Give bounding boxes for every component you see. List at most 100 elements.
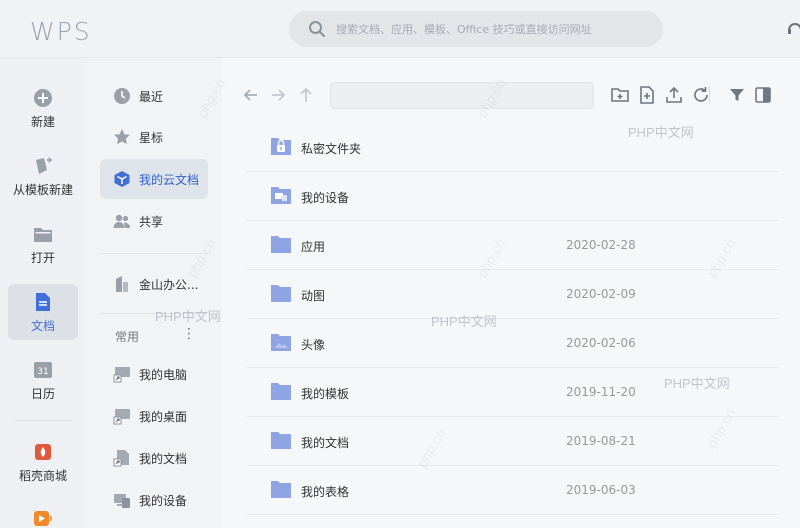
file-date: 2019-08-21 <box>566 434 636 448</box>
nav-open[interactable]: 打开 <box>8 216 78 272</box>
shortcut-my-computer[interactable]: 我的电脑 <box>100 354 208 394</box>
back-arrow-icon[interactable] <box>242 86 260 104</box>
location-shared[interactable]: 共享 <box>100 201 208 241</box>
new-folder-icon[interactable] <box>611 86 629 104</box>
wps-logo: WPS <box>30 17 92 46</box>
file-row[interactable]: 动图 2020-02-09 <box>246 270 779 319</box>
file-row[interactable]: 我的文档 2019-08-21 <box>246 417 779 466</box>
building-icon <box>116 276 128 292</box>
search-box[interactable]: 搜索文档、应用、模板、Office 技巧或直接访问网址 <box>289 11 663 47</box>
document-icon <box>36 293 50 311</box>
panel-toggle-icon[interactable] <box>754 86 772 104</box>
new-file-icon[interactable] <box>638 86 656 104</box>
shortcut-my-desktop[interactable]: 我的桌面 <box>100 396 208 436</box>
file-name: 我的文档 <box>301 436 350 450</box>
watermark: PHP中文网 <box>431 314 497 329</box>
file-browser: 私密文件夹 我的设备 应用 2020-02-28 动图 2020-02-09 头… <box>222 58 800 528</box>
folder-icon <box>271 383 291 400</box>
file-row[interactable]: 头像 2020-02-06 <box>246 319 779 368</box>
location-label: 我的桌面 <box>139 410 188 424</box>
location-label: 我的云文档 <box>139 173 200 187</box>
file-date: 2019-11-20 <box>566 385 636 399</box>
file-row[interactable]: 我的表格 2019-06-03 <box>246 466 779 515</box>
location-recent[interactable]: 最近 <box>100 76 208 116</box>
file-name: 私密文件夹 <box>301 142 362 156</box>
location-label: 星标 <box>139 131 164 145</box>
file-date: 2020-02-06 <box>566 336 636 350</box>
nav-new-from-template[interactable]: 从模板新建 <box>8 148 78 204</box>
nav-label: 稻壳商城 <box>18 469 67 483</box>
location-my-cloud-docs[interactable]: 我的云文档 <box>100 159 208 199</box>
template-icon <box>36 157 52 174</box>
left-nav: 新建 从模板新建 打开 文档 31 日历 稻壳商城 <box>0 58 86 528</box>
search-placeholder: 搜索文档、应用、模板、Office 技巧或直接访问网址 <box>336 23 592 36</box>
upload-icon[interactable] <box>665 86 683 104</box>
toolbar-divider <box>709 86 710 104</box>
file-row[interactable]: 私密文件夹 <box>246 123 779 172</box>
folder-icon <box>271 432 291 449</box>
location-label: 共享 <box>139 215 164 229</box>
folder-icon <box>271 285 291 302</box>
devices-icon <box>114 494 130 508</box>
shortcut-my-documents[interactable]: 我的文档 <box>100 438 208 478</box>
folder-icon <box>271 236 291 253</box>
calendar-icon: 31 <box>34 362 52 378</box>
headset-icon[interactable] <box>786 18 800 38</box>
file-name: 我的表格 <box>301 485 350 499</box>
location-label: 我的文档 <box>139 452 188 466</box>
location-label: 我的设备 <box>139 494 188 508</box>
nav-label: 日历 <box>30 387 55 401</box>
file-name: 动图 <box>301 289 326 303</box>
nav-label: 新建 <box>30 115 55 129</box>
top-bar: WPS 搜索文档、应用、模板、Office 技巧或直接访问网址 <box>0 0 800 58</box>
watermark: PHP中文网 <box>628 125 694 140</box>
location-label: 我的电脑 <box>139 368 188 382</box>
folder-open-icon <box>34 228 52 242</box>
watermark: PHP中文网 <box>664 376 730 391</box>
nav-documents[interactable]: 文档 <box>8 284 78 340</box>
nav-new[interactable]: 新建 <box>8 80 78 136</box>
file-date: 2020-02-09 <box>566 287 636 301</box>
star-icon <box>114 129 130 145</box>
up-arrow-icon[interactable] <box>297 86 315 104</box>
common-section-label: 常用 <box>115 330 140 344</box>
search-icon <box>309 21 325 37</box>
plus-circle-icon <box>34 89 52 107</box>
image-folder-icon <box>271 334 291 351</box>
device-folder-icon <box>271 187 291 204</box>
more-options-icon[interactable]: ⋮ <box>182 326 196 342</box>
file-row[interactable]: 我的设备 <box>246 172 779 221</box>
location-label: 最近 <box>139 90 164 104</box>
share-users-icon <box>113 214 130 228</box>
nav-divider <box>14 420 72 421</box>
file-row[interactable]: 应用 2020-02-28 <box>246 221 779 270</box>
file-date: 2019-06-03 <box>566 483 636 497</box>
file-name: 我的模板 <box>301 387 350 401</box>
nav-label: 打开 <box>30 251 55 265</box>
clock-icon <box>114 88 130 104</box>
svg-text:31: 31 <box>37 367 48 377</box>
shortcut-my-devices[interactable]: 我的设备 <box>100 480 208 520</box>
locked-folder-icon <box>271 138 291 155</box>
desktop-shortcut-icon <box>113 409 130 425</box>
folder-icon <box>271 481 291 498</box>
forward-arrow-icon[interactable] <box>269 86 287 104</box>
nav-docer-store[interactable]: 稻壳商城 <box>8 434 78 490</box>
location-panel: 最近 星标 我的云文档 共享 金山办公... 常用 ⋮ 我的电脑 我的桌面 我的… <box>86 58 222 528</box>
file-name: 头像 <box>301 338 326 352</box>
media-icon[interactable] <box>33 508 55 528</box>
location-starred[interactable]: 星标 <box>100 117 208 157</box>
docer-store-icon <box>35 444 51 460</box>
divider <box>100 253 208 254</box>
filter-icon[interactable] <box>728 86 746 104</box>
cloud-docs-icon <box>114 171 130 187</box>
file-name: 应用 <box>301 240 326 254</box>
nav-label: 文档 <box>30 319 55 333</box>
watermark: PHP中文网 <box>155 309 221 324</box>
refresh-icon[interactable] <box>692 86 710 104</box>
nav-label: 从模板新建 <box>12 183 73 197</box>
file-name: 我的设备 <box>301 191 350 205</box>
nav-calendar[interactable]: 31 日历 <box>8 352 78 408</box>
path-bar[interactable] <box>330 82 594 109</box>
computer-shortcut-icon <box>113 367 130 383</box>
